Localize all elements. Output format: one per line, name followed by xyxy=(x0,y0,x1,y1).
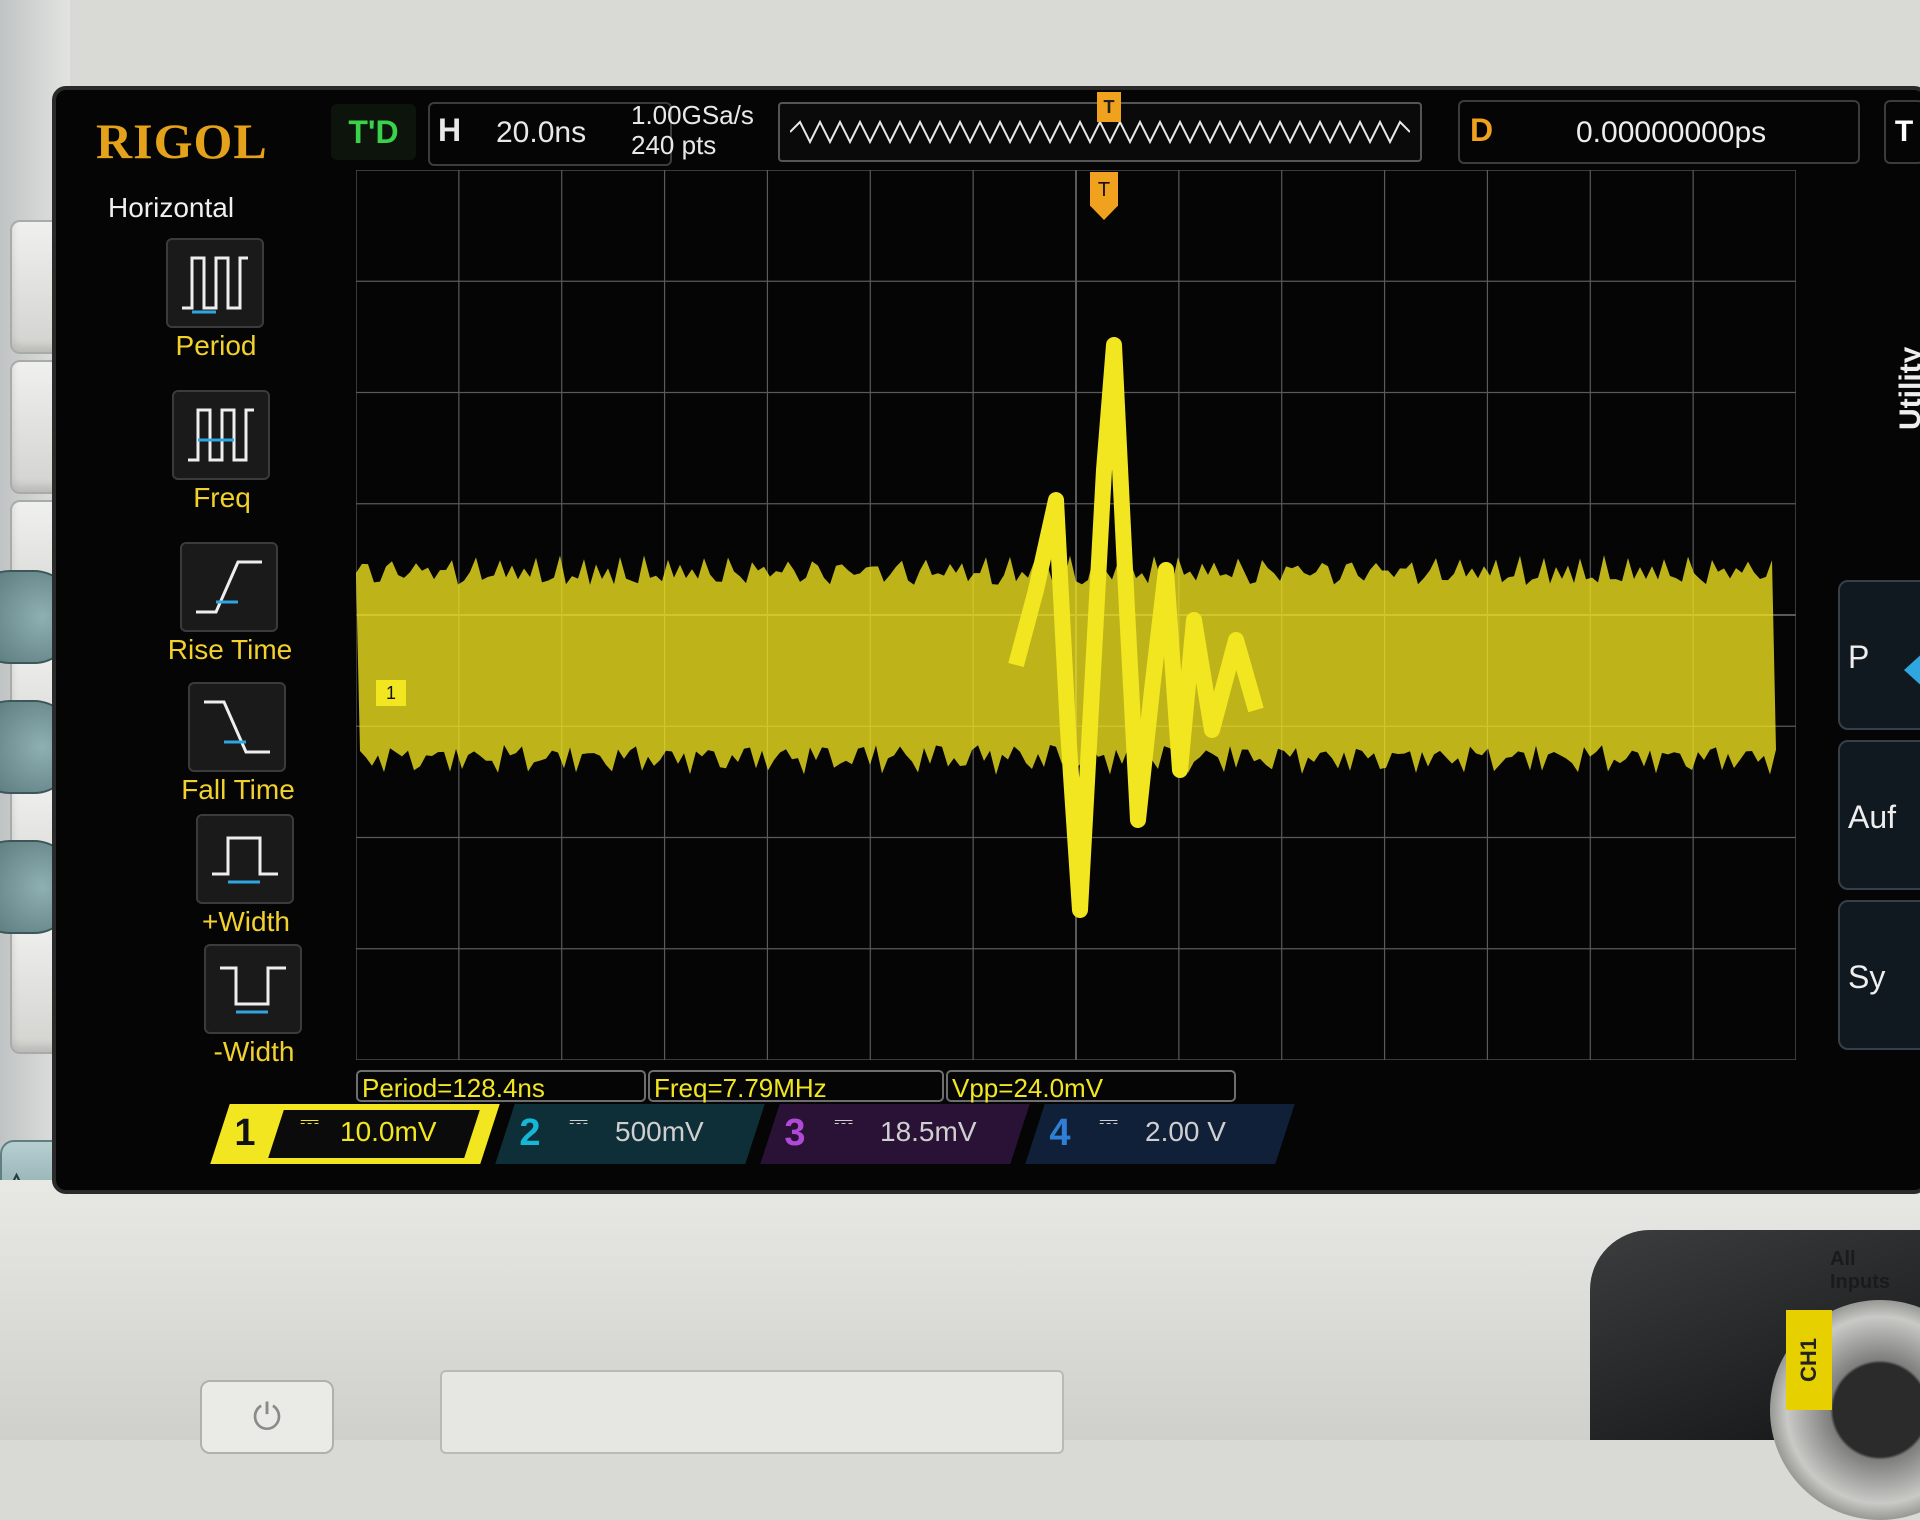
menu-label-freq: Freq xyxy=(193,482,251,513)
freq-icon xyxy=(172,390,270,480)
fall-time-icon xyxy=(188,682,286,772)
acquisition-info: 1.00GSa/s 240 pts xyxy=(631,100,754,160)
channel-3-scale: 18.5mV xyxy=(880,1116,977,1147)
measure-menu: Horizontal Period Freq Rise Time Fall Ti… xyxy=(86,190,336,1150)
menu-item-fall-time[interactable]: Fall Time xyxy=(118,682,338,812)
channel-3-status[interactable]: 3 ⎓ 18.5mV xyxy=(760,1104,1030,1164)
channel-status-bar: 1 ⎓ 10.0mV 2 ⎓ 500mV 3 ⎓ 18.5mV 4 ⎓ 2.00… xyxy=(210,1104,1900,1166)
delay-value: 0.00000000ps xyxy=(1576,116,1767,149)
pos-width-icon xyxy=(196,814,294,904)
channel-2-number: 2 xyxy=(519,1112,541,1154)
trigger-box[interactable]: T xyxy=(1884,100,1920,164)
channel-4-scale: 2.00 V xyxy=(1145,1116,1226,1147)
menu-item-pos-width[interactable]: +Width xyxy=(126,814,346,944)
rise-time-icon xyxy=(180,542,278,632)
memory-points: 240 pts xyxy=(631,130,717,160)
measurement-freq: Freq=7.79MHz xyxy=(648,1070,944,1103)
menu-item-neg-width[interactable]: -Width xyxy=(134,944,354,1074)
menu-item-period[interactable]: Period xyxy=(96,238,316,368)
channel-4-coupling: ⎓ xyxy=(1099,1108,1119,1135)
waveform-display[interactable] xyxy=(356,170,1796,1060)
channel-1-coupling: ⎓ xyxy=(300,1108,320,1135)
ch1-connector-label: CH1 xyxy=(1786,1310,1832,1410)
oscilloscope-screen: RIGOL T'D H 20.0ns 1.00GSa/s 240 pts T D… xyxy=(52,86,1920,1194)
right-menu-item-2[interactable]: Auf xyxy=(1838,740,1920,890)
channel-2-scale: 500mV xyxy=(615,1116,704,1147)
menu-item-rise-time[interactable]: Rise Time xyxy=(110,542,330,672)
ch1-reference-marker[interactable]: 1 xyxy=(376,680,406,706)
sample-rate: 1.00GSa/s xyxy=(631,100,754,130)
usb-port-cover xyxy=(440,1370,1064,1454)
menu-item-freq[interactable]: Freq xyxy=(102,390,322,520)
channel-1-scale: 10.0mV xyxy=(340,1116,437,1147)
menu-label-period: Period xyxy=(175,330,257,361)
measurement-vpp: Vpp=24.0mV xyxy=(946,1070,1236,1103)
channel-2-status[interactable]: 2 ⎓ 500mV xyxy=(495,1104,765,1164)
menu-title: Horizontal xyxy=(108,192,235,223)
run-state-indicator: T'D xyxy=(331,104,416,160)
memory-trigger-marker: T xyxy=(1097,92,1121,122)
channel-1-number: 1 xyxy=(234,1112,256,1154)
menu-label-rise-time: Rise Time xyxy=(167,634,293,665)
right-menu-item-3[interactable]: Sy xyxy=(1838,900,1920,1050)
all-inputs-label: All Inputs xyxy=(1830,1248,1890,1293)
channel-3-coupling: ⎓ xyxy=(834,1108,854,1135)
menu-label-fall-time: Fall Time xyxy=(181,774,295,805)
channel-4-status[interactable]: 4 ⎓ 2.00 V xyxy=(1025,1104,1295,1164)
measurement-period: Period=128.4ns xyxy=(356,1070,646,1103)
power-button[interactable]: ⏻ xyxy=(200,1380,334,1454)
delay-letter: D xyxy=(1470,112,1494,148)
memory-waveform-icon xyxy=(790,119,1410,145)
channel-2-coupling: ⎓ xyxy=(569,1108,589,1135)
period-icon xyxy=(166,238,264,328)
menu-label-pos-width: +Width xyxy=(202,906,290,937)
menu-label-neg-width: -Width xyxy=(213,1036,295,1067)
right-arrow-icon xyxy=(1904,650,1920,690)
channel-4-number: 4 xyxy=(1049,1112,1071,1154)
channel-3-number: 3 xyxy=(784,1112,806,1154)
neg-width-icon xyxy=(204,944,302,1034)
channel-1-status[interactable]: 1 ⎓ 10.0mV xyxy=(210,1104,500,1164)
right-menu: P Auf Sy xyxy=(1796,200,1920,1150)
brand-logo: RIGOL xyxy=(96,113,268,169)
status-bar: RIGOL T'D H 20.0ns 1.00GSa/s 240 pts T D… xyxy=(56,90,1920,170)
timebase-letter: H xyxy=(438,112,462,148)
timebase-value: 20.0ns xyxy=(496,116,587,149)
